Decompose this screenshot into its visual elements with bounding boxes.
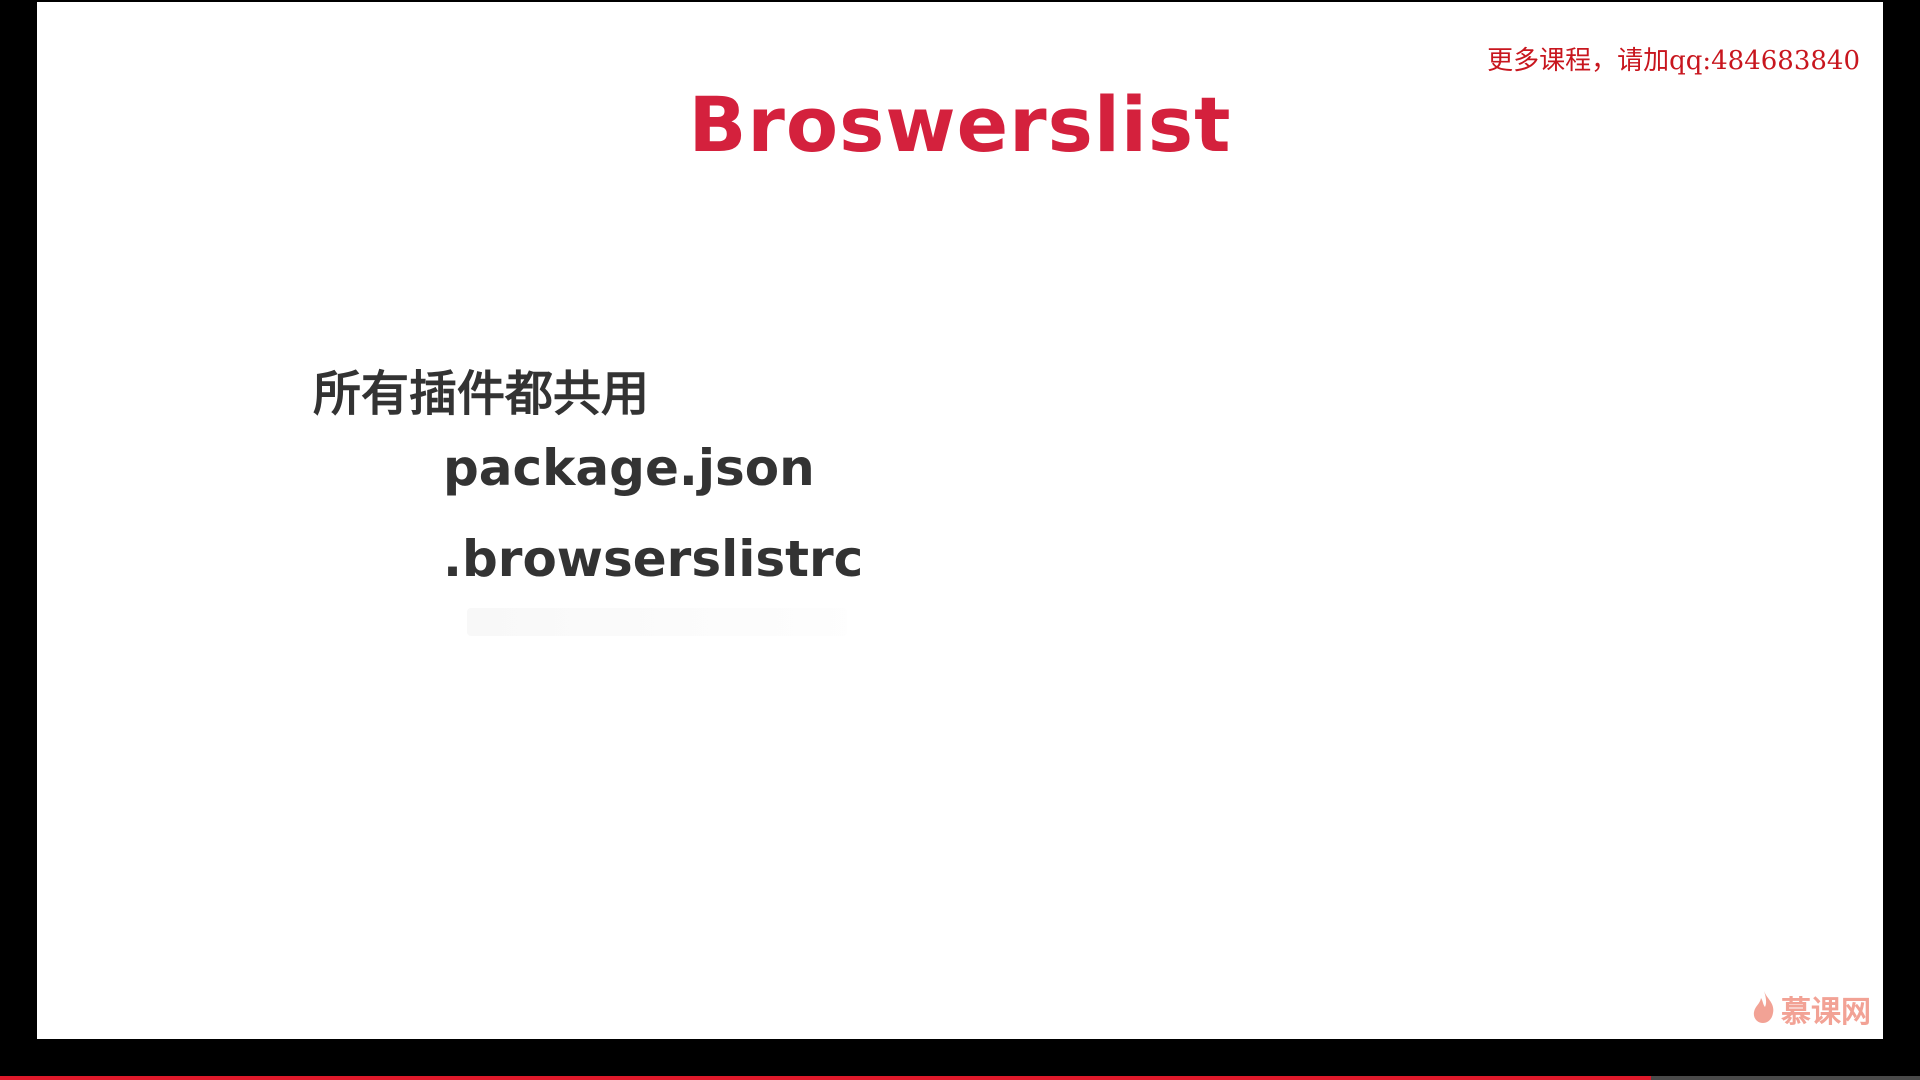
logo-text: 慕课网 xyxy=(1781,995,1871,1030)
progress-bar[interactable] xyxy=(0,1076,1920,1080)
list-item: .browserslistrc xyxy=(443,530,864,588)
faded-text-remnant xyxy=(467,608,847,636)
list-item: package.json xyxy=(443,439,815,497)
progress-fill xyxy=(0,1076,1652,1080)
slide: 更多课程，请加qq:484683840 Broswerslist 所有插件都共用… xyxy=(37,2,1883,1039)
brand-logo: 慕课网 xyxy=(1751,987,1871,1031)
slide-heading: 所有插件都共用 xyxy=(313,366,650,422)
slide-title: Broswerslist xyxy=(688,80,1232,169)
video-player[interactable]: 更多课程，请加qq:484683840 Broswerslist 所有插件都共用… xyxy=(0,0,1920,1080)
watermark-text: 更多课程，请加qq:484683840 xyxy=(1487,46,1860,76)
flame-icon xyxy=(1751,989,1777,1030)
